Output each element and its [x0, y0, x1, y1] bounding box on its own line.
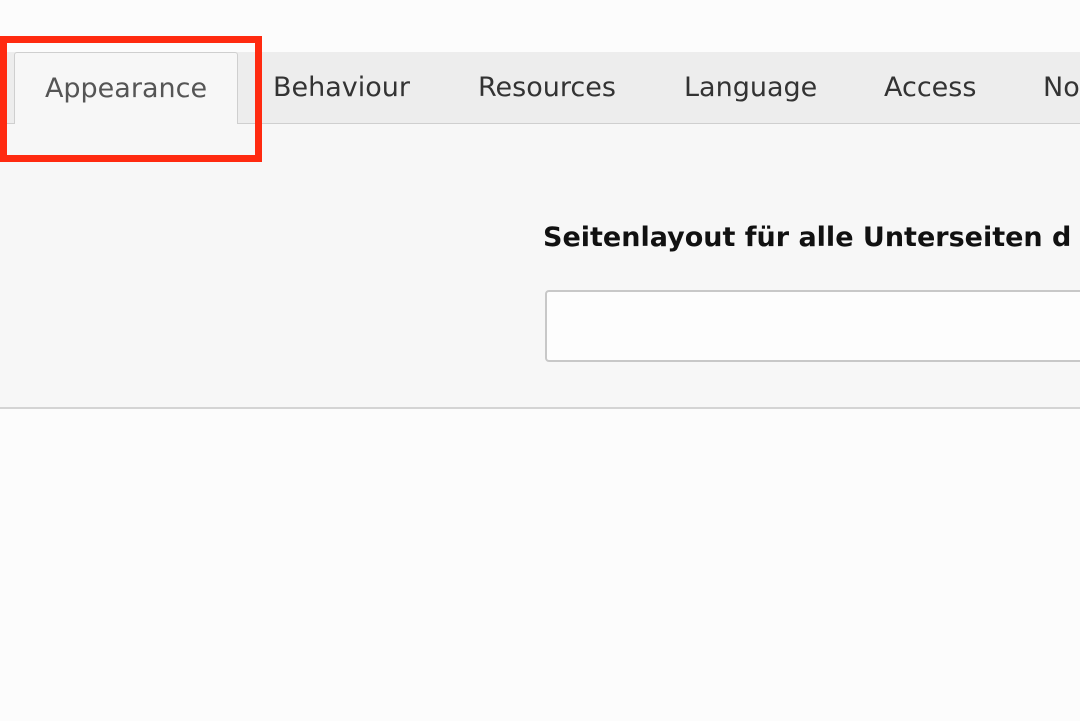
page-layout-subpages-label: Seitenlayout für alle Unterseiten d — [543, 222, 1072, 253]
tab-notes[interactable]: No — [1043, 52, 1080, 124]
tab-resources[interactable]: Resources — [478, 52, 616, 124]
tab-access[interactable]: Access — [884, 52, 976, 124]
tab-language[interactable]: Language — [684, 52, 817, 124]
tab-appearance[interactable]: Appearance — [14, 52, 238, 125]
page-layout-subpages-select[interactable] — [545, 290, 1080, 362]
page: Appearance Behaviour Resources Language … — [0, 0, 1080, 721]
tab-content-panel — [0, 124, 1080, 409]
tab-behaviour[interactable]: Behaviour — [273, 52, 410, 124]
